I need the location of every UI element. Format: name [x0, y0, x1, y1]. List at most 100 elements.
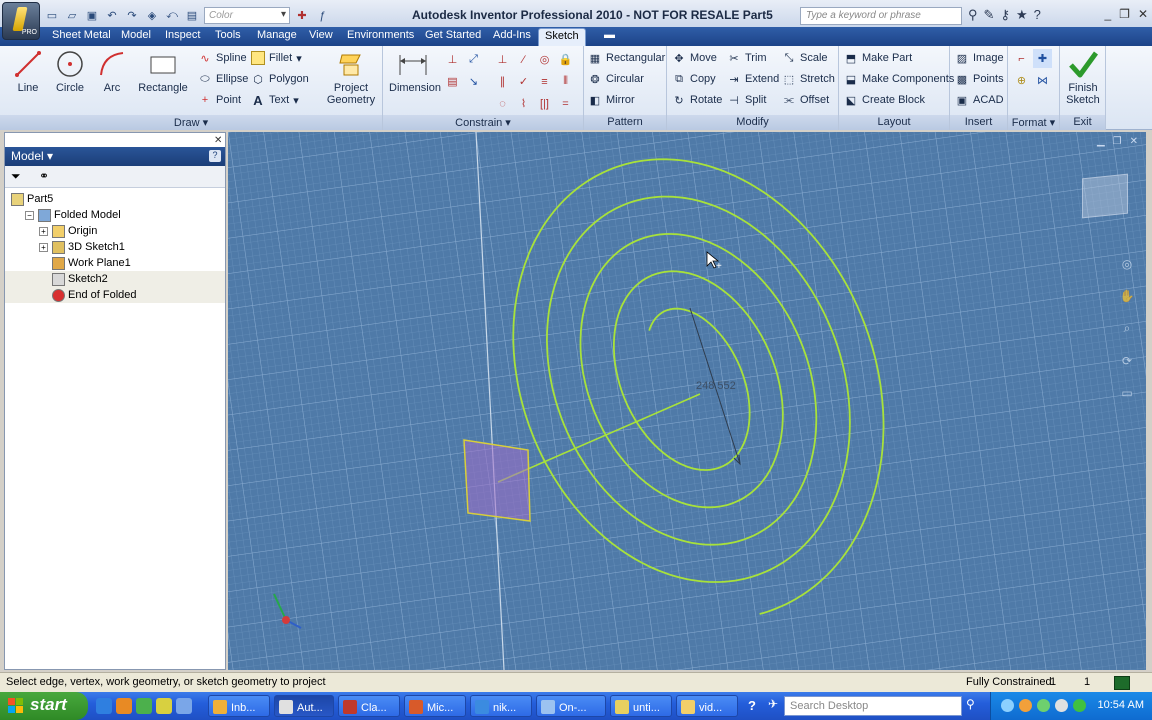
- circle-button[interactable]: Circle: [50, 49, 90, 94]
- symmetric-icon[interactable]: ⫴: [556, 72, 575, 91]
- circular-pattern-button[interactable]: ❂ Circular: [588, 72, 644, 86]
- make-part-button[interactable]: ⬒ Make Part: [844, 51, 912, 65]
- chrome-icon[interactable]: [156, 698, 172, 714]
- fillet-dropdown-icon[interactable]: ▾: [296, 52, 302, 65]
- vertical-icon[interactable]: ⌇: [514, 94, 533, 113]
- back-arrow-icon[interactable]: [1001, 699, 1014, 712]
- driven-dimension-icon[interactable]: ⋈: [1033, 71, 1052, 90]
- pan-icon[interactable]: ✋: [1120, 289, 1135, 303]
- browser-header[interactable]: Model ▾ ?: [5, 147, 225, 166]
- desktop-search-icon[interactable]: ✈: [768, 697, 778, 711]
- task-vid[interactable]: vid...: [676, 695, 738, 717]
- create-block-button[interactable]: ⬕ Create Block: [844, 93, 925, 107]
- task-autodesk[interactable]: Aut...: [274, 695, 334, 717]
- mirror-button[interactable]: ◧ Mirror: [588, 93, 635, 107]
- perpendicular-icon[interactable]: ⊥: [493, 50, 512, 69]
- expand-icon[interactable]: +: [39, 242, 48, 252]
- tree-item[interactable]: +3D Sketch1: [5, 239, 225, 255]
- new-file-icon[interactable]: ▭: [44, 8, 60, 23]
- rotate-button[interactable]: ↻ Rotate: [672, 93, 722, 107]
- return-icon[interactable]: ⤺: [164, 8, 180, 23]
- viewcube[interactable]: [1082, 173, 1128, 219]
- line-button[interactable]: Line: [8, 49, 48, 94]
- sketch-canvas[interactable]: +: [228, 132, 1146, 670]
- collapse-icon[interactable]: −: [25, 210, 34, 220]
- polygon-button[interactable]: ⬡ Polygon: [251, 72, 309, 86]
- minimize-icon[interactable]: _: [1104, 7, 1111, 21]
- start-button[interactable]: start: [0, 692, 88, 720]
- acad-button[interactable]: ▣ ACAD: [955, 93, 1004, 107]
- collinear-icon[interactable]: ∕: [514, 50, 533, 69]
- task-on[interactable]: On-...: [536, 695, 606, 717]
- open-folder-icon[interactable]: ▱: [64, 8, 80, 23]
- tree-item[interactable]: + Origin: [5, 223, 225, 239]
- move-button[interactable]: ✥ Move: [672, 51, 717, 65]
- ie-icon[interactable]: [96, 698, 112, 714]
- task-nik[interactable]: nik...: [470, 695, 532, 717]
- project-geometry-button[interactable]: Project Geometry: [322, 49, 380, 106]
- task-mic[interactable]: Mic...: [404, 695, 466, 717]
- tab-manage[interactable]: Manage: [251, 28, 303, 46]
- star-icon[interactable]: ★: [1016, 7, 1028, 23]
- vp-close-icon[interactable]: ✕: [1130, 136, 1138, 147]
- offset-button[interactable]: ⫘ Offset: [782, 93, 829, 107]
- smooth-icon[interactable]: ✓: [514, 72, 533, 91]
- trim-button[interactable]: ✂ Trim: [727, 51, 766, 65]
- help-icon[interactable]: ?: [1034, 7, 1041, 23]
- tree-item[interactable]: − Folded Model: [5, 207, 225, 223]
- binoculars-icon[interactable]: ⚲: [968, 7, 978, 23]
- horizontal-icon[interactable]: ↘: [464, 72, 483, 91]
- vp-minimize-icon[interactable]: ▁: [1097, 136, 1105, 147]
- tab-minimize-ribbon[interactable]: ▬: [598, 28, 621, 46]
- restore-icon[interactable]: ❐: [1119, 7, 1130, 21]
- equal-length-icon[interactable]: =: [556, 94, 575, 113]
- extend-button[interactable]: ⇥ Extend: [727, 72, 779, 86]
- ellipse-button[interactable]: ⬭ Ellipse: [198, 72, 248, 86]
- tray-icon-1[interactable]: [1019, 699, 1032, 712]
- construction-icon[interactable]: ⌐: [1012, 49, 1031, 68]
- desktop-search-input[interactable]: Search Desktop: [784, 696, 962, 716]
- media-icon[interactable]: [136, 698, 152, 714]
- browser-close-icon[interactable]: ✕: [214, 135, 222, 146]
- tab-get-started[interactable]: Get Started: [419, 28, 487, 46]
- centerline-icon[interactable]: ✚: [1033, 49, 1052, 68]
- coincident-icon[interactable]: ⊥: [443, 50, 462, 69]
- constrain-panel-title[interactable]: Constrain ▾: [383, 115, 583, 130]
- spline-button[interactable]: ∿ Spline: [198, 51, 246, 65]
- concentric-icon[interactable]: ◎: [535, 50, 554, 69]
- network-icon[interactable]: [176, 698, 192, 714]
- tab-model[interactable]: Model: [115, 28, 157, 46]
- help-search-input[interactable]: Type a keyword or phrase: [800, 7, 962, 25]
- dimension-value[interactable]: 248.552: [696, 380, 736, 392]
- redo-icon[interactable]: ↷: [124, 8, 140, 23]
- center-point-icon[interactable]: ⊕: [1012, 71, 1031, 90]
- rectangular-pattern-button[interactable]: ▦ Rectangular: [588, 51, 666, 65]
- tray-icon-4[interactable]: [1073, 699, 1086, 712]
- help-taskbar-icon[interactable]: ?: [748, 698, 756, 713]
- text-dropdown-icon[interactable]: ▾: [293, 94, 299, 107]
- key-icon[interactable]: ⚷: [1000, 7, 1010, 23]
- search-icon[interactable]: ⚲: [966, 697, 975, 711]
- fillet-button[interactable]: Fillet ▾: [251, 51, 302, 65]
- point-button[interactable]: + Point: [198, 93, 241, 107]
- draw-panel-title[interactable]: Draw ▾: [0, 115, 382, 130]
- orbit-icon[interactable]: ⟳: [1122, 354, 1132, 368]
- tree-item[interactable]: Part5: [5, 191, 225, 207]
- graphics-window[interactable]: + 248.552 ▁ ❐ ✕ ◎ ✋ ⌕ ⟳ ▭: [228, 132, 1146, 670]
- tray-icon-2[interactable]: [1037, 699, 1050, 712]
- select-icon[interactable]: ◈: [144, 8, 160, 23]
- image-button[interactable]: ▨ Image: [955, 51, 1004, 65]
- expand-icon[interactable]: +: [39, 226, 48, 236]
- fx-icon[interactable]: ƒ: [314, 8, 330, 23]
- lock-icon[interactable]: 🔒: [556, 50, 575, 69]
- work-plane[interactable]: [463, 439, 531, 522]
- binoculars-find-icon[interactable]: ⚭: [39, 169, 49, 183]
- points-button[interactable]: ▩ Points: [955, 72, 1004, 86]
- scale-button[interactable]: ⤡ Scale: [782, 51, 828, 65]
- tree-item[interactable]: Sketch2: [5, 271, 225, 287]
- symmetry-icon[interactable]: [|]: [535, 94, 554, 113]
- task-unti[interactable]: unti...: [610, 695, 672, 717]
- tab-sketch[interactable]: Sketch: [538, 28, 586, 46]
- tab-inspect[interactable]: Inspect: [159, 28, 206, 46]
- vp-restore-icon[interactable]: ❐: [1113, 136, 1122, 147]
